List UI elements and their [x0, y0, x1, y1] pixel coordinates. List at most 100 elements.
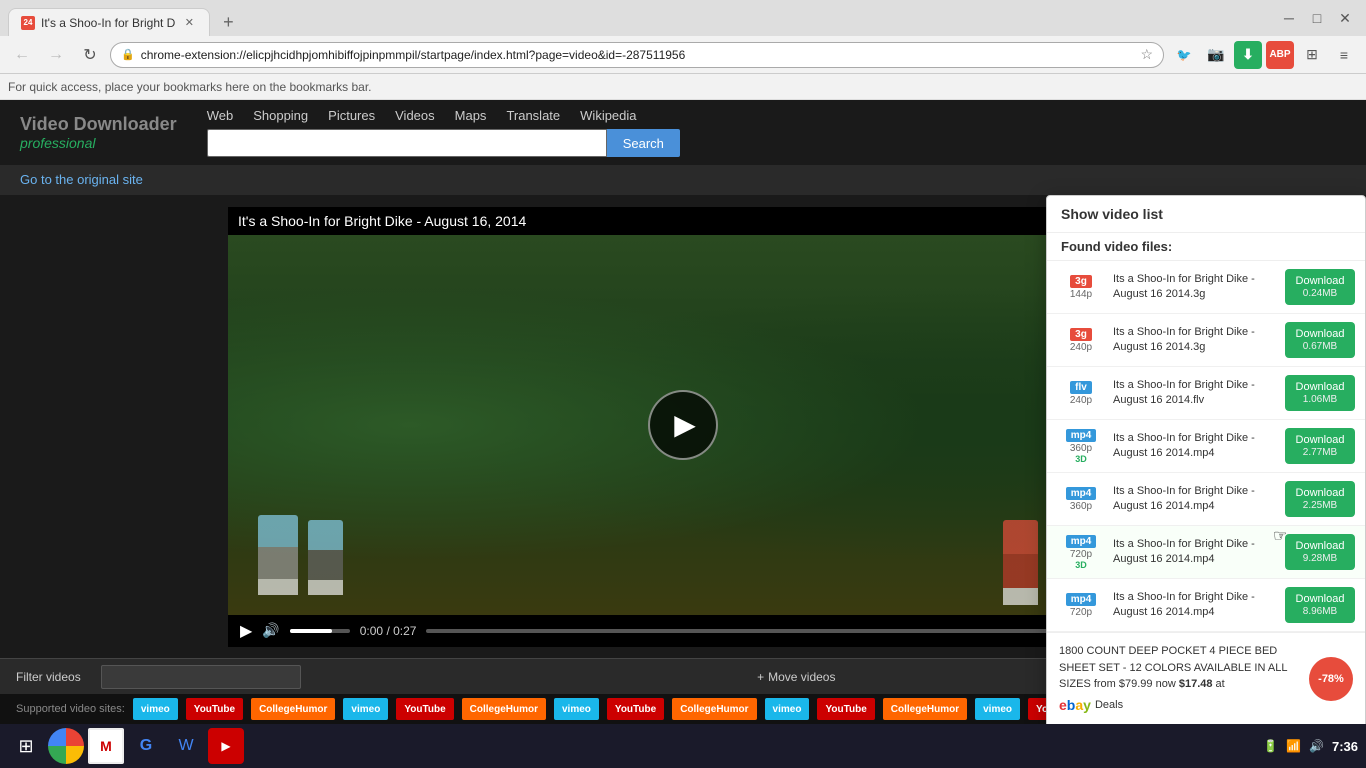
tab-favicon: 24: [21, 16, 35, 30]
close-button[interactable]: ✕: [1332, 7, 1358, 29]
college-humor-badge-3: CollegeHumor: [672, 698, 756, 720]
twitter-extension-icon[interactable]: 🐦: [1170, 41, 1198, 69]
filter-input[interactable]: [101, 665, 301, 689]
vd-logo-subtitle: professional: [20, 135, 177, 151]
download-button[interactable]: Download2.77MB: [1285, 428, 1355, 464]
volume-bar[interactable]: [290, 629, 350, 633]
download-button[interactable]: Download0.24MB: [1285, 269, 1355, 305]
vimeo-badge-5: vimeo: [975, 698, 1020, 720]
format-res: 144p: [1070, 289, 1092, 300]
video-frame[interactable]: ▶: [228, 235, 1138, 615]
nav-wikipedia[interactable]: Wikipedia: [580, 108, 636, 123]
format-res: 720p: [1070, 549, 1092, 560]
supported-sites-label: Supported video sites:: [16, 703, 125, 715]
nav-web[interactable]: Web: [207, 108, 234, 123]
download-extension-icon[interactable]: ⬇: [1234, 41, 1262, 69]
nav-videos[interactable]: Videos: [395, 108, 435, 123]
taskbar-google-icon[interactable]: G: [128, 728, 164, 764]
format-type: mp4: [1066, 487, 1097, 500]
ad-text: 1800 COUNT DEEP POCKET 4 PIECE BED SHEET…: [1059, 643, 1301, 716]
format-badge: mp4 360p: [1057, 487, 1105, 512]
taskbar-chrome-icon[interactable]: [48, 728, 84, 764]
format-badge: 3g 240p: [1057, 328, 1105, 353]
original-site-link[interactable]: Go to the original site: [20, 172, 143, 187]
url-bar[interactable]: 🔒 chrome-extension://elicpjhcidhpjomhibi…: [110, 42, 1164, 68]
play-pause-button[interactable]: ▶: [240, 621, 252, 641]
video-container: It's a Shoo-In for Bright Dike - August …: [228, 207, 1138, 647]
minimize-button[interactable]: ─: [1276, 7, 1302, 29]
3d-badge: 3D: [1075, 454, 1087, 464]
ebay-a: a: [1075, 697, 1083, 713]
play-button[interactable]: ▶: [648, 390, 718, 460]
download-button[interactable]: Download9.28MB: [1285, 534, 1355, 570]
taskbar-gmail-icon[interactable]: M: [88, 728, 124, 764]
ebay-logo: ebay: [1059, 695, 1091, 716]
download-button[interactable]: Download1.06MB: [1285, 375, 1355, 411]
dl-btn-container: Download2.25MB: [1285, 481, 1355, 517]
dl-btn-container: Download1.06MB: [1285, 375, 1355, 411]
nav-shopping[interactable]: Shopping: [253, 108, 308, 123]
vimeo-badge-3: vimeo: [554, 698, 599, 720]
list-item: mp4 360p Its a Shoo-In for Bright Dike -…: [1047, 473, 1365, 526]
download-button[interactable]: Download2.25MB: [1285, 481, 1355, 517]
adblock-extension-icon[interactable]: ABP: [1266, 41, 1294, 69]
download-button[interactable]: Download0.67MB: [1285, 322, 1355, 358]
vimeo-badge: vimeo: [133, 698, 178, 720]
download-panel: Show video list Found video files: 3g 14…: [1046, 195, 1366, 724]
menu-button[interactable]: ≡: [1330, 41, 1358, 69]
tab-close-button[interactable]: ✕: [181, 15, 197, 31]
format-type: mp4: [1066, 593, 1097, 606]
format-type: 3g: [1070, 328, 1092, 341]
youtube-badge-3: YouTube: [607, 698, 664, 720]
nav-maps[interactable]: Maps: [455, 108, 487, 123]
window-controls: ─ □ ✕: [1276, 7, 1358, 29]
refresh-button[interactable]: ↻: [76, 41, 104, 69]
back-button[interactable]: ←: [8, 41, 36, 69]
3d-badge: 3D: [1075, 560, 1087, 570]
progress-bar[interactable]: [426, 629, 1126, 633]
format-type: flv: [1070, 381, 1092, 394]
chrome-frame: 24 It's a Shoo-In for Bright D ✕ + ─ □ ✕…: [0, 0, 1366, 768]
volume-icon[interactable]: 🔊: [262, 622, 279, 639]
format-badge: 3g 144p: [1057, 275, 1105, 300]
video-filename: Its a Shoo-In for Bright Dike - August 1…: [1113, 431, 1277, 462]
format-res: 240p: [1070, 395, 1092, 406]
move-videos-button[interactable]: + Move videos: [757, 670, 835, 684]
active-tab[interactable]: 24 It's a Shoo-In for Bright D ✕: [8, 8, 210, 36]
nav-pictures[interactable]: Pictures: [328, 108, 375, 123]
list-item: mp4 360p 3D Its a Shoo-In for Bright Dik…: [1047, 420, 1365, 473]
list-item: 3g 240p Its a Shoo-In for Bright Dike - …: [1047, 314, 1365, 367]
dl-btn-container: Download8.96MB: [1285, 587, 1355, 623]
dl-btn-container: Download2.77MB: [1285, 428, 1355, 464]
start-button[interactable]: ⊞: [8, 728, 44, 764]
search-button[interactable]: Search: [607, 129, 680, 157]
grid-extension-icon[interactable]: ⊞: [1298, 41, 1326, 69]
ebay-e: e: [1059, 697, 1067, 713]
format-res: 360p: [1070, 501, 1092, 512]
forward-button[interactable]: →: [42, 41, 70, 69]
camera-extension-icon[interactable]: 📷: [1202, 41, 1230, 69]
main-content: Video Downloader professional Web Shoppi…: [0, 100, 1366, 724]
nav-translate[interactable]: Translate: [506, 108, 560, 123]
toolbar-icons: 🐦 📷 ⬇ ABP ⊞ ≡: [1170, 41, 1358, 69]
filter-label: Filter videos: [16, 670, 81, 684]
tab-title: It's a Shoo-In for Bright D: [41, 16, 175, 30]
bookmark-star-icon[interactable]: ☆: [1140, 46, 1153, 63]
video-controls: ▶ 🔊 0:00 / 0:27: [228, 615, 1138, 647]
taskbar-wifi-icon: 📶: [1286, 739, 1301, 753]
maximize-button[interactable]: □: [1304, 7, 1330, 29]
download-button[interactable]: Download8.96MB: [1285, 587, 1355, 623]
video-filename: Its a Shoo-In for Bright Dike - August 1…: [1113, 537, 1277, 568]
taskbar-battery-icon: 🔋: [1263, 739, 1278, 753]
security-icon: 🔒: [121, 48, 135, 61]
play-icon: ▶: [674, 408, 696, 441]
dl-btn-container: Download9.28MB ☞: [1285, 534, 1355, 570]
format-type: mp4: [1066, 429, 1097, 442]
taskbar-docs-icon[interactable]: W: [168, 728, 204, 764]
video-filename: Its a Shoo-In for Bright Dike - August 1…: [1113, 378, 1277, 409]
new-tab-button[interactable]: +: [214, 8, 242, 36]
search-input[interactable]: [207, 129, 607, 157]
taskbar-youtube-icon[interactable]: ▶: [208, 728, 244, 764]
format-res: 240p: [1070, 342, 1092, 353]
video-title: It's a Shoo-In for Bright Dike - August …: [228, 207, 1138, 235]
